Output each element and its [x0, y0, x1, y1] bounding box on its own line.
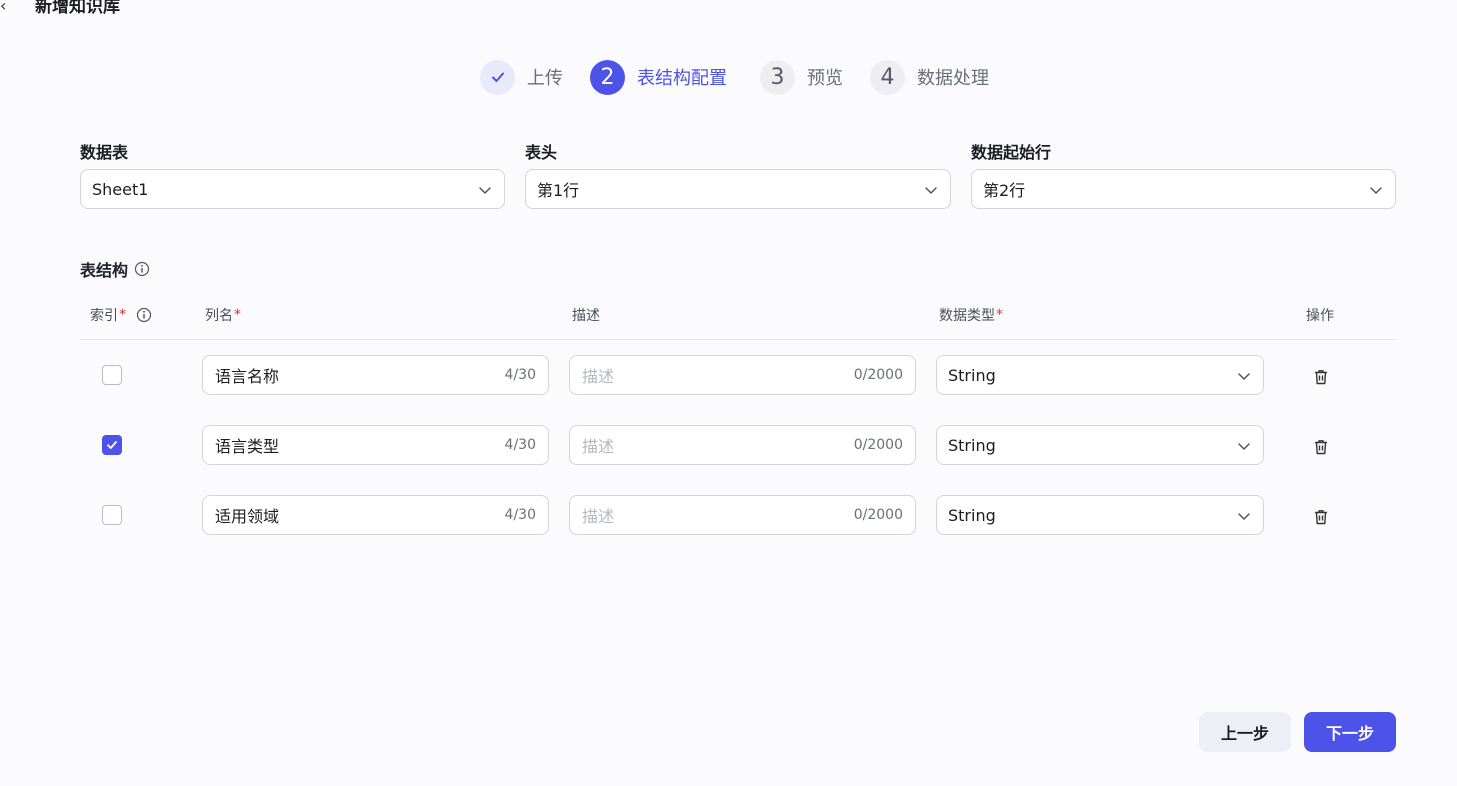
column-header-action: 操作	[1306, 305, 1334, 325]
chevron-down-icon	[925, 187, 937, 195]
column-header-desc: 描述	[572, 305, 600, 325]
description-placeholder: 描述	[582, 507, 615, 526]
data-type-value: String	[948, 365, 996, 385]
step-number: 4	[870, 59, 905, 95]
column-name-input[interactable]: 适用领域 4/30	[202, 495, 549, 535]
description-placeholder: 描述	[582, 437, 615, 456]
data-type-value: String	[948, 505, 996, 525]
header-row-value: 第1行	[537, 181, 580, 200]
start-row-label: 数据起始行	[971, 143, 1052, 162]
sheet-label: 数据表	[80, 143, 129, 162]
step-number: 2	[590, 59, 625, 95]
column-header-name: 列名 *	[205, 305, 241, 325]
next-step-button[interactable]: 下一步	[1304, 712, 1396, 752]
chevron-down-icon	[1238, 513, 1250, 521]
info-icon[interactable]	[134, 261, 150, 277]
column-header-text: 列名	[205, 308, 233, 324]
section-title-text: 表结构	[80, 261, 129, 280]
char-count: 0/2000	[853, 367, 903, 383]
column-header-text: 索引	[90, 308, 118, 324]
page-title: 新增知识库	[35, 0, 120, 17]
chevron-down-icon	[1370, 187, 1382, 195]
description-input[interactable]: 描述 0/2000	[569, 425, 916, 465]
column-name-input[interactable]: 语言名称 4/30	[202, 355, 549, 395]
table-divider	[80, 339, 1396, 340]
column-name-value: 适用领域	[215, 507, 280, 526]
index-checkbox[interactable]	[102, 505, 122, 525]
step-processing: 4 数据处理	[870, 59, 989, 95]
header-row-select[interactable]: 第1行	[525, 169, 951, 209]
step-preview: 3 预览	[760, 59, 843, 95]
required-mark: *	[996, 307, 1003, 323]
data-type-select[interactable]: String	[936, 355, 1264, 395]
back-icon[interactable]: ‹	[0, 0, 6, 14]
info-icon[interactable]	[136, 307, 152, 323]
sheet-select[interactable]: Sheet1	[80, 169, 505, 209]
trash-icon[interactable]	[1312, 438, 1330, 456]
column-name-input[interactable]: 语言类型 4/30	[202, 425, 549, 465]
column-name-value: 语言名称	[215, 367, 280, 386]
chevron-down-icon	[479, 187, 491, 195]
char-count: 0/2000	[853, 437, 903, 453]
header-row-label: 表头	[525, 143, 558, 162]
index-checkbox[interactable]	[102, 365, 122, 385]
check-icon	[480, 59, 515, 95]
step-label: 数据处理	[917, 68, 989, 89]
step-label: 预览	[807, 68, 843, 89]
column-header-index: 索引 *	[90, 305, 152, 325]
step-number: 3	[760, 59, 795, 95]
sheet-value: Sheet1	[92, 179, 149, 199]
column-header-text: 描述	[572, 308, 600, 324]
start-row-select[interactable]: 第2行	[971, 169, 1396, 209]
data-type-value: String	[948, 435, 996, 455]
data-type-select[interactable]: String	[936, 425, 1264, 465]
description-input[interactable]: 描述 0/2000	[569, 355, 916, 395]
trash-icon[interactable]	[1312, 508, 1330, 526]
chevron-down-icon	[1238, 373, 1250, 381]
column-header-type: 数据类型 *	[939, 305, 1003, 325]
column-header-text: 操作	[1306, 308, 1334, 324]
char-count: 4/30	[504, 437, 536, 453]
chevron-down-icon	[1238, 443, 1250, 451]
table-structure-title: 表结构	[80, 257, 150, 281]
description-input[interactable]: 描述 0/2000	[569, 495, 916, 535]
step-label: 上传	[527, 68, 563, 89]
char-count: 4/30	[504, 367, 536, 383]
char-count: 0/2000	[853, 507, 903, 523]
description-placeholder: 描述	[582, 367, 615, 386]
char-count: 4/30	[504, 507, 536, 523]
required-mark: *	[234, 307, 241, 323]
start-row-value: 第2行	[983, 181, 1026, 200]
trash-icon[interactable]	[1312, 368, 1330, 386]
check-icon	[107, 441, 117, 449]
required-mark: *	[119, 307, 126, 323]
step-structure: 2 表结构配置	[590, 59, 727, 95]
column-header-text: 数据类型	[939, 308, 995, 324]
data-type-select[interactable]: String	[936, 495, 1264, 535]
index-checkbox[interactable]	[102, 435, 122, 455]
prev-step-button[interactable]: 上一步	[1199, 712, 1291, 752]
column-name-value: 语言类型	[215, 437, 280, 456]
step-label: 表结构配置	[637, 68, 727, 89]
step-upload: 上传	[480, 59, 563, 95]
